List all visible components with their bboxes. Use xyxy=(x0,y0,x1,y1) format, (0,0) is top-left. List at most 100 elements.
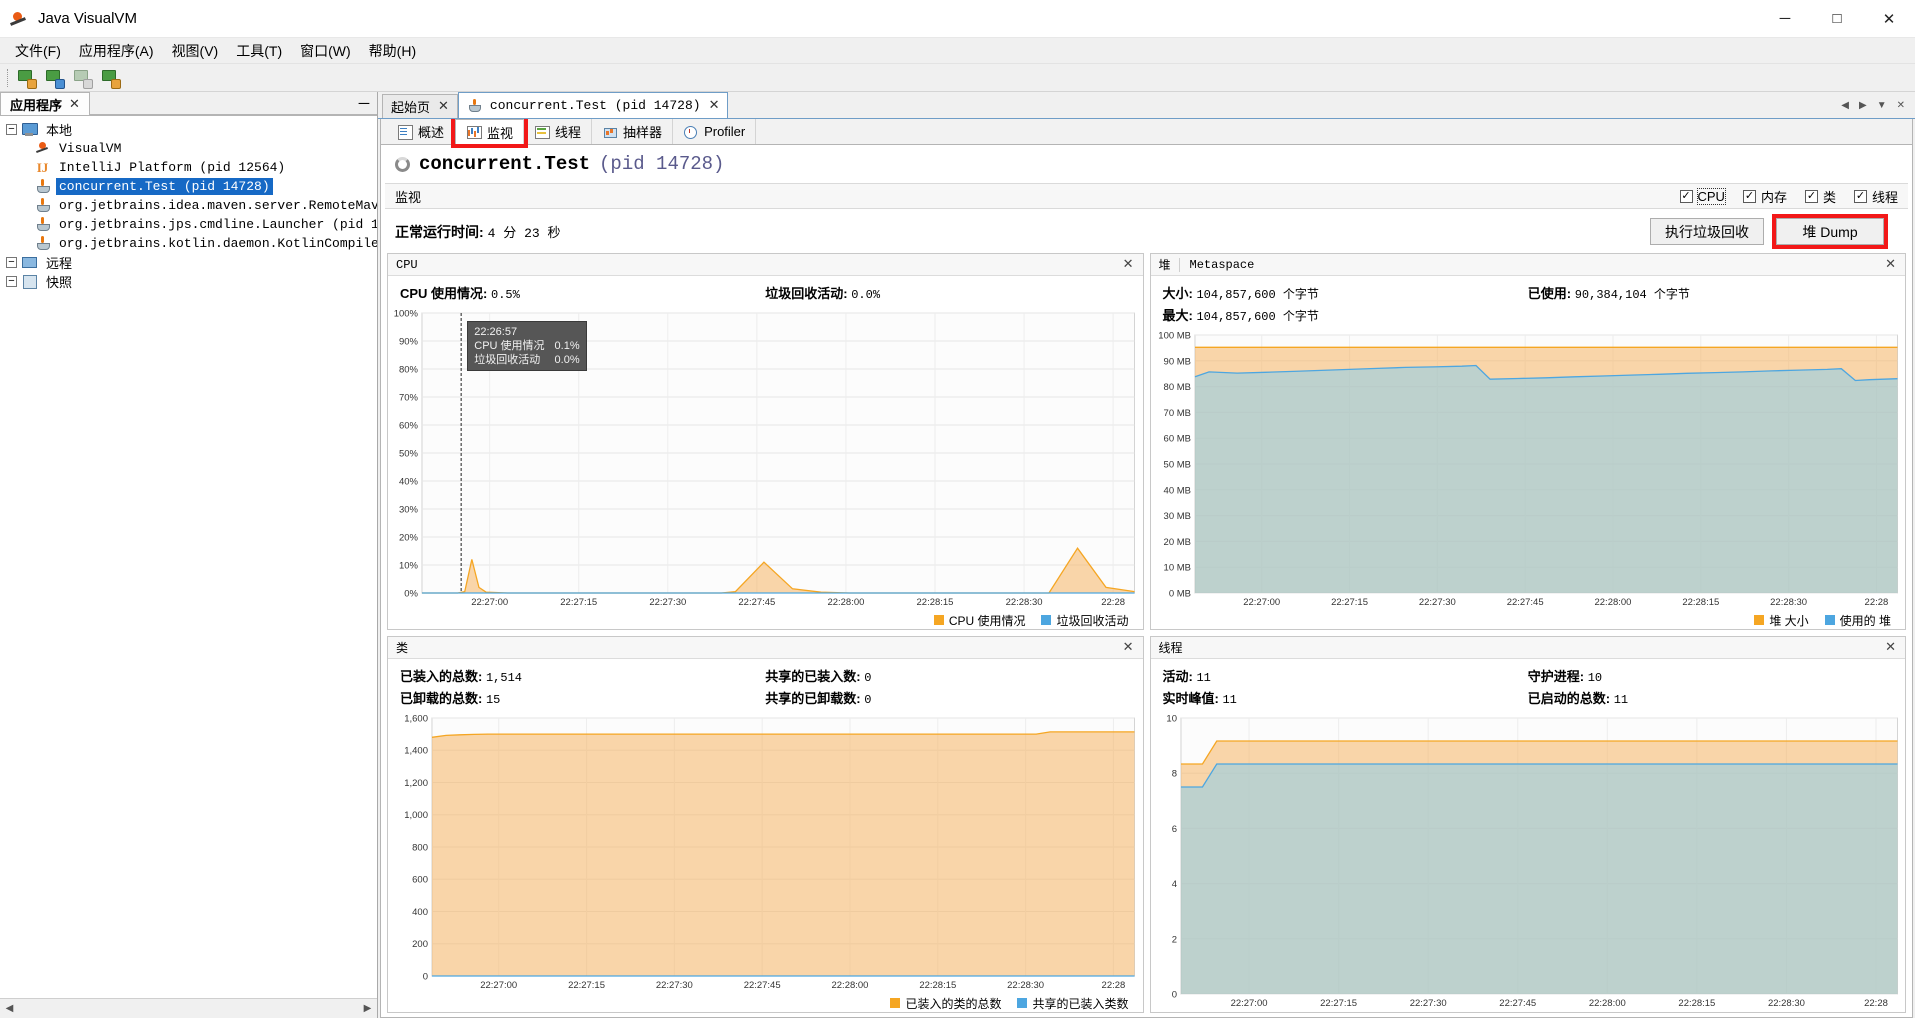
svg-text:100 MB: 100 MB xyxy=(1158,330,1191,341)
tree-node[interactable]: org.jetbrains.kotlin.daemon.KotlinCompil… xyxy=(0,234,377,253)
menu-file[interactable]: 文件(F) xyxy=(6,38,70,64)
svg-text:22:28: 22:28 xyxy=(1864,998,1888,1009)
legend-swatch xyxy=(1754,615,1765,625)
tree-node[interactable]: IJ IntelliJ Platform (pid 12564) xyxy=(0,158,377,177)
heap-plot[interactable]: 0 MB 10 MB 20 MB 30 MB 40 MB 50 MB 60 MB 70 MB 8… xyxy=(1151,329,1906,611)
svg-text:80 MB: 80 MB xyxy=(1163,382,1190,393)
scroll-right-icon[interactable]: ▶ xyxy=(358,1000,377,1018)
close-icon[interactable]: ✕ xyxy=(709,98,720,113)
close-icon[interactable]: ✕ xyxy=(1897,100,1905,111)
svg-text:20 MB: 20 MB xyxy=(1163,537,1190,548)
checkbox-box: ✓ xyxy=(1804,189,1818,203)
minimize-button[interactable]: ─ xyxy=(1759,0,1811,37)
checkbox-box: ✓ xyxy=(1679,189,1693,203)
charts-grid: CPU ✕ CPU 使用情况: 0.5% 垃圾回收活动: 0.0% 0% 10%… xyxy=(381,253,1912,1017)
tabstrip-nav: ◀ ▶ ▼ ✕ xyxy=(1831,92,1915,118)
monitor-remote-icon[interactable] xyxy=(71,67,93,89)
tree-node[interactable]: VisualVM xyxy=(0,139,377,158)
menu-help[interactable]: 帮助(H) xyxy=(360,38,425,64)
close-button[interactable]: ✕ xyxy=(1863,0,1915,37)
svg-text:22:27:30: 22:27:30 xyxy=(1409,998,1446,1009)
tree-expander-icon[interactable]: − xyxy=(6,257,17,268)
horizontal-scrollbar[interactable]: ◀ ▶ xyxy=(0,998,377,1018)
svg-text:22:27:45: 22:27:45 xyxy=(1499,998,1536,1009)
document-tab-start-page[interactable]: 起始页 ✕ xyxy=(382,94,458,118)
svg-text:400: 400 xyxy=(412,907,428,918)
close-icon[interactable]: ✕ xyxy=(1876,640,1905,655)
menu-window[interactable]: 窗口(W) xyxy=(291,38,360,64)
svg-text:1,200: 1,200 xyxy=(404,778,428,789)
classes-plot[interactable]: 0 200 400 600 800 1,000 1,200 1,400 1,600 22:27:0… xyxy=(388,712,1143,994)
tree-node[interactable]: − 远程 xyxy=(0,253,377,272)
menu-tools[interactable]: 工具(T) xyxy=(227,38,291,64)
svg-text:0%: 0% xyxy=(404,588,418,599)
heap-panel-title[interactable]: 堆 xyxy=(1159,256,1179,273)
tab-monitor[interactable]: 监视 xyxy=(451,119,529,148)
tab-sampler[interactable]: 抽样器 xyxy=(592,119,674,144)
maximize-button[interactable]: □ xyxy=(1811,0,1863,37)
tree-node[interactable]: − 快照 xyxy=(0,272,377,291)
window-controls: ─ □ ✕ xyxy=(1759,0,1915,37)
document-tab-concurrent-test[interactable]: concurrent.Test (pid 14728) ✕ xyxy=(457,92,729,118)
svg-text:1,600: 1,600 xyxy=(404,713,428,724)
monitor-section-header: 监视 ✓ CPU ✓ 内存 ✓ 类 ✓ 线程 xyxy=(385,183,1908,209)
menu-applications[interactable]: 应用程序(A) xyxy=(70,38,163,64)
java-icon xyxy=(34,198,51,213)
svg-text:22:27:45: 22:27:45 xyxy=(1506,597,1543,608)
legend-swatch xyxy=(890,998,901,1008)
tree-expander-icon[interactable]: − xyxy=(6,124,17,135)
checkbox-label: 线程 xyxy=(1871,189,1898,205)
legend-item: CPU 使用情况 xyxy=(933,612,1026,629)
threads-plot[interactable]: 0 2 4 6 8 10 22:27:00 22:27:15 22:27:30 22:27:45 2… xyxy=(1151,712,1906,1012)
stat-label: 共享的已装入数: xyxy=(765,669,861,684)
svg-text:600: 600 xyxy=(412,875,428,886)
tree-node[interactable]: − 本地 xyxy=(0,120,377,139)
tree-node[interactable]: org.jetbrains.jps.cmdline.Launcher (pid … xyxy=(0,215,377,234)
svg-text:50%: 50% xyxy=(399,448,419,459)
legend-label: 垃圾回收活动 xyxy=(1056,613,1129,628)
svg-text:50 MB: 50 MB xyxy=(1163,459,1190,470)
tab-overview[interactable]: 概述 xyxy=(387,119,456,144)
svg-text:2: 2 xyxy=(1171,934,1176,945)
close-icon[interactable]: ✕ xyxy=(69,96,80,112)
tree-node[interactable]: org.jetbrains.idea.maven.server.RemoteMa… xyxy=(0,196,377,215)
tab-applications[interactable]: 应用程序 ✕ xyxy=(0,92,90,115)
perform-gc-button[interactable]: 执行垃圾回收 xyxy=(1650,218,1764,245)
computer-icon xyxy=(21,122,38,137)
monitor-jmx-icon[interactable] xyxy=(43,67,65,89)
monitor-app-icon[interactable] xyxy=(99,67,121,89)
checkbox-cpu[interactable]: ✓ CPU xyxy=(1679,187,1726,206)
scroll-left-icon[interactable]: ◀ xyxy=(0,1000,19,1018)
checkbox-threads[interactable]: ✓ 线程 xyxy=(1853,187,1898,206)
tree-node[interactable]: concurrent.Test (pid 14728) xyxy=(0,177,377,196)
monitor-add-icon[interactable] xyxy=(15,67,37,89)
minimize-panel-button[interactable]: ─ xyxy=(351,92,377,115)
heap-dump-button[interactable]: 堆 Dump xyxy=(1772,214,1888,249)
toolbar xyxy=(0,64,1915,92)
svg-text:1,400: 1,400 xyxy=(404,746,428,757)
close-icon[interactable]: ✕ xyxy=(1114,257,1143,272)
scrollbar-track[interactable] xyxy=(19,1001,358,1016)
tab-threads[interactable]: 线程 xyxy=(524,119,593,144)
close-icon[interactable]: ✕ xyxy=(1876,257,1905,272)
menu-view[interactable]: 视图(V) xyxy=(163,38,228,64)
close-icon[interactable]: ✕ xyxy=(438,99,449,114)
applications-tree[interactable]: − 本地 VisualVM IJ IntelliJ Platform (pid 1256… xyxy=(0,116,377,998)
svg-text:22:28:15: 22:28:15 xyxy=(1678,998,1715,1009)
chevron-down-icon[interactable]: ▼ xyxy=(1877,100,1887,111)
checkbox-classes[interactable]: ✓ 类 xyxy=(1804,187,1836,206)
chevron-right-icon[interactable]: ▶ xyxy=(1859,100,1867,111)
svg-text:22:27:15: 22:27:15 xyxy=(560,597,597,608)
close-icon[interactable]: ✕ xyxy=(1114,640,1143,655)
chevron-left-icon[interactable]: ◀ xyxy=(1841,100,1849,111)
page-title: concurrent.Test (pid 14728) xyxy=(381,145,1912,183)
metaspace-tab[interactable]: Metaspace xyxy=(1178,257,1254,272)
tab-profiler[interactable]: Profiler xyxy=(673,119,757,144)
svg-text:22:28:15: 22:28:15 xyxy=(919,980,956,991)
checkbox-memory[interactable]: ✓ 内存 xyxy=(1742,187,1787,206)
monitor-icon xyxy=(466,125,483,139)
stat-label: 已使用: xyxy=(1527,286,1572,301)
legend-label: CPU 使用情况 xyxy=(948,613,1026,628)
cpu-plot[interactable]: 0% 10% 20% 30% 40% 50% 60% 70% 80% 90% 100% 22:27:0… xyxy=(388,307,1143,611)
tree-expander-icon[interactable]: − xyxy=(6,276,17,287)
